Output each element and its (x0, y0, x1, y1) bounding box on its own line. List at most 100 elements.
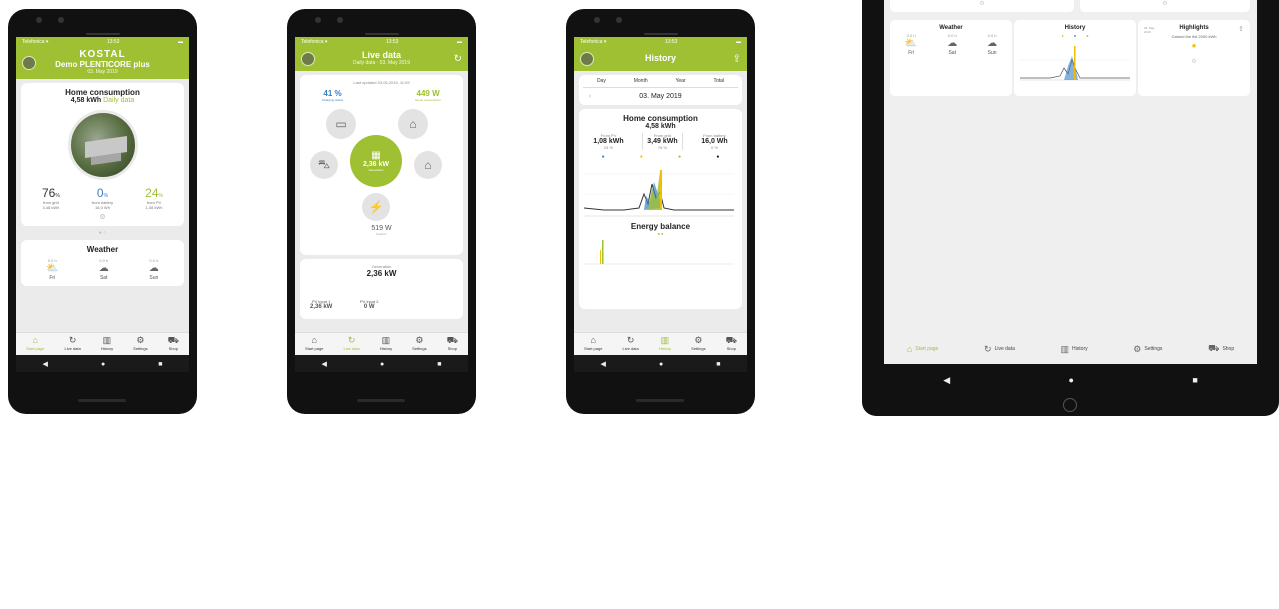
share-icon[interactable]: ⇪ (733, 54, 741, 65)
camera-icon (36, 17, 42, 23)
tab-total[interactable]: Total (713, 78, 724, 84)
battery-icon: ▬ (736, 39, 741, 45)
consumption-chart (584, 170, 734, 217)
page-title: Live data (361, 50, 401, 60)
prev-date-icon[interactable]: ‹ (589, 93, 591, 100)
next-date-icon[interactable]: › (730, 93, 732, 100)
hardware-home-button[interactable] (1063, 398, 1077, 412)
recents-icon[interactable]: ■ (716, 361, 720, 368)
status-bar: Telefonica ▾ 13:53 ▬ (295, 37, 468, 47)
settings-small-icon[interactable]: ⚙ (1138, 58, 1250, 65)
system-navigation: ◀ ● ■ (574, 355, 747, 372)
bottom-navigation: ⌂ Start page ↻ Live data ▥ History ⚙ Setting… (574, 332, 747, 372)
tab-start-page[interactable]: ⌂ Start page (26, 333, 44, 355)
car-icon[interactable]: ⛍ (310, 151, 338, 179)
tablet-tabbar: ⌂ Start page ↻ Live data ▥ History ⚙ Setting… (884, 334, 1257, 364)
pv-input-1: PV input 1 2,36 kW (310, 299, 333, 310)
weather-day: 0.0 h ☁ Sun (987, 33, 998, 56)
battery-icon[interactable]: ▭ (326, 109, 356, 139)
phone-history: Telefonica ▾ 13:53 ▬ History ⇪ Day Month… (566, 9, 755, 414)
recents-icon[interactable]: ■ (1192, 375, 1197, 385)
status-bar: Telefonica ▾ 13:53 ▬ (16, 37, 189, 47)
solar-panel-node[interactable]: ▦ 2,36 kW Generation (350, 135, 402, 187)
tab-live-data[interactable]: ↻ Live data (64, 333, 80, 355)
card-value: 4,58 kWh Daily data (70, 97, 135, 104)
tab-shop[interactable]: ⛟ Shop (1208, 343, 1234, 355)
energy-balance-title: Energy balance (630, 222, 691, 231)
source-columns: From PV 1,08 kWh 24 % From grid 3,49 kWh 76 … (584, 133, 737, 150)
tab-year[interactable]: Year (676, 78, 686, 84)
tab-start-page[interactable]: ⌂ Start page (584, 333, 602, 355)
refresh-icon[interactable]: ↻ (454, 54, 462, 65)
home-button-icon[interactable]: ● (659, 361, 663, 368)
cart-icon: ⛟ (725, 335, 737, 345)
history-legend: ● ● ● (1061, 33, 1089, 38)
selected-date[interactable]: 03. May 2019 (639, 93, 681, 100)
phone3-screen: Telefonica ▾ 13:53 ▬ History ⇪ Day Month… (574, 37, 747, 372)
tab-day[interactable]: Day (597, 78, 606, 84)
tab-shop[interactable]: ⛟ Shop (726, 333, 737, 355)
home-button-icon[interactable]: ● (101, 361, 105, 368)
home-button-icon[interactable]: ● (1069, 375, 1074, 385)
house-grid-icon[interactable]: ⌂ (414, 151, 442, 179)
tab-live-data[interactable]: ↻ Live data (343, 333, 359, 355)
tab-settings[interactable]: ⚙ Settings (133, 333, 147, 355)
tab-shop[interactable]: ⛟ Shop (168, 333, 179, 355)
tab-live-data[interactable]: ↻ Live data (622, 333, 638, 355)
sensor-icon (616, 17, 622, 23)
tab-live-data[interactable]: ↻ Live data (984, 344, 1015, 355)
rain-cloud-icon: ☁ (98, 263, 109, 274)
house-icon[interactable]: ⌂ (398, 109, 428, 139)
back-icon[interactable]: ◀ (43, 360, 48, 368)
settings-small-icon[interactable]: ⚙ (1080, 0, 1250, 7)
tab-shop[interactable]: ⛟ Shop (447, 333, 458, 355)
clock: 13:53 (106, 39, 120, 45)
back-icon[interactable]: ◀ (322, 360, 327, 368)
recents-icon[interactable]: ■ (437, 361, 441, 368)
tablet-weather-card[interactable]: Weather 0.0 h ⛅ Fri 0.0 h ☁ Sat 0.0 h ☁ Sun (890, 20, 1012, 96)
tablet-history-card[interactable]: History ● ● ● (1014, 20, 1136, 96)
settings-small-icon[interactable]: ⚙ (26, 213, 179, 221)
avatar[interactable] (580, 52, 594, 66)
period-tabs: Day Month Year Total (583, 78, 738, 88)
recents-icon[interactable]: ■ (158, 361, 162, 368)
last-updated: Last updated 03.05.2019, 11:09 (353, 80, 410, 85)
tablet-start-page: ⚙ ⚙ Weather 0.0 h ⛅ Fri 0.0 h ☁ Sat 0.0 h ☁ Su… (862, 0, 1279, 416)
home-icon: ⌂ (906, 344, 913, 354)
battery-icon: ▬ (178, 39, 183, 45)
weather-forecast: 0.0 h ⛅ Fri 0.0 h ☁ Sat 0.0 h ☁ Sun (26, 258, 179, 281)
refresh-icon: ↻ (626, 335, 635, 345)
tab-month[interactable]: Month (634, 78, 648, 84)
weather-card[interactable]: Weather 0.0 h ⛅ Fri 0.0 h ☁ Sat 0.0 h ☁ Sun (21, 240, 184, 286)
home-consumption-card[interactable]: Home consumption 4,58 kWh Daily data 76%… (21, 83, 184, 226)
back-icon[interactable]: ◀ (601, 360, 606, 368)
home-button-icon[interactable]: ● (380, 361, 384, 368)
tab-history[interactable]: ▥ History (1061, 344, 1088, 355)
weather-day: 0.0 h ⛅ Fri (904, 33, 918, 56)
settings-small-icon[interactable]: ⚙ (890, 0, 1074, 7)
tab-history[interactable]: ▥ History (659, 333, 671, 355)
tab-history[interactable]: ▥ History (380, 333, 392, 355)
tab-settings[interactable]: ⚙ Settings (1133, 344, 1162, 355)
tab-start-page[interactable]: ⌂ Start page (907, 344, 939, 354)
cart-icon: ⛟ (1208, 343, 1220, 353)
battery-status: 41 % Charging status (322, 89, 344, 102)
power-pylon-icon[interactable]: ⚡ (362, 193, 390, 221)
tablet-highlights-card[interactable]: 03. May 2019 Highlights ⇪ Gained the fis… (1138, 20, 1250, 96)
tab-settings[interactable]: ⚙ Settings (412, 333, 426, 355)
cart-icon: ⛟ (167, 335, 179, 345)
refresh-icon: ↻ (984, 343, 992, 354)
tab-settings[interactable]: ⚙ Settings (691, 333, 705, 355)
bar-chart-icon: ▥ (1060, 343, 1070, 354)
back-icon[interactable]: ◀ (943, 375, 950, 386)
avatar[interactable] (22, 56, 36, 70)
phone2-screen: Telefonica ▾ 13:53 ▬ Live data Daily dat… (295, 37, 468, 372)
camera-icon (315, 17, 321, 23)
tab-history[interactable]: ▥ History (101, 333, 113, 355)
share-icon[interactable]: ⇪ (1238, 25, 1244, 33)
plant-photo (67, 110, 138, 180)
tab-start-page[interactable]: ⌂ Start page (305, 333, 323, 355)
reflection-tablet (862, 418, 1279, 609)
home-icon: ⌂ (311, 335, 317, 345)
weather-day: 0.0 h ⛅ Fri (46, 258, 59, 281)
